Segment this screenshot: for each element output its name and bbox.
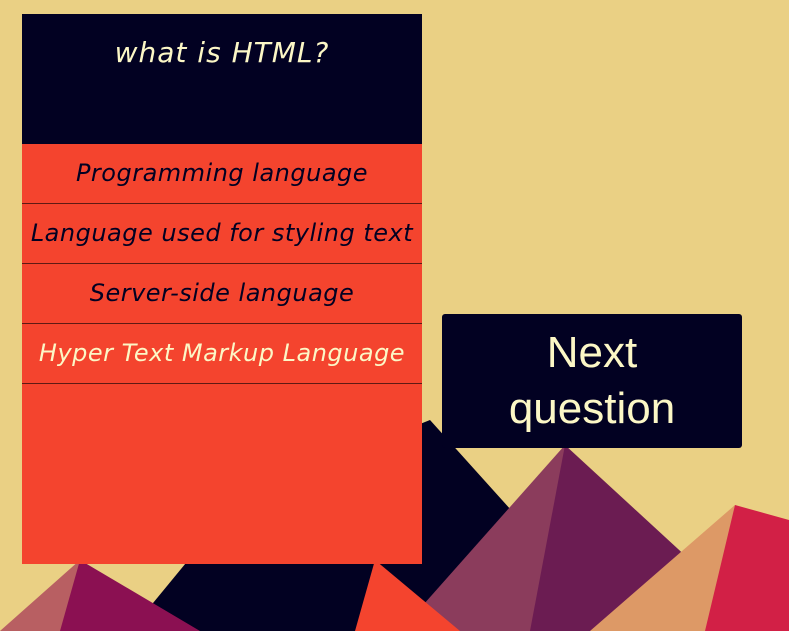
answer-option-styling-language[interactable]: Language used for styling text bbox=[22, 204, 422, 264]
question-text: what is HTML? bbox=[114, 36, 330, 69]
next-button-label-line2: question bbox=[508, 384, 676, 433]
answer-option-programming-language[interactable]: Programming language bbox=[22, 144, 422, 204]
quiz-card: what is HTML? Programming language Langu… bbox=[22, 14, 422, 564]
next-button-label-line1: Next bbox=[546, 328, 638, 377]
answer-option-server-side-language[interactable]: Server-side language bbox=[22, 264, 422, 324]
next-question-button[interactable]: Next question bbox=[442, 314, 742, 448]
question-box: what is HTML? bbox=[22, 14, 422, 144]
answer-list: Programming language Language used for s… bbox=[22, 144, 422, 384]
answer-option-hyper-text-markup-language[interactable]: Hyper Text Markup Language bbox=[22, 324, 422, 384]
